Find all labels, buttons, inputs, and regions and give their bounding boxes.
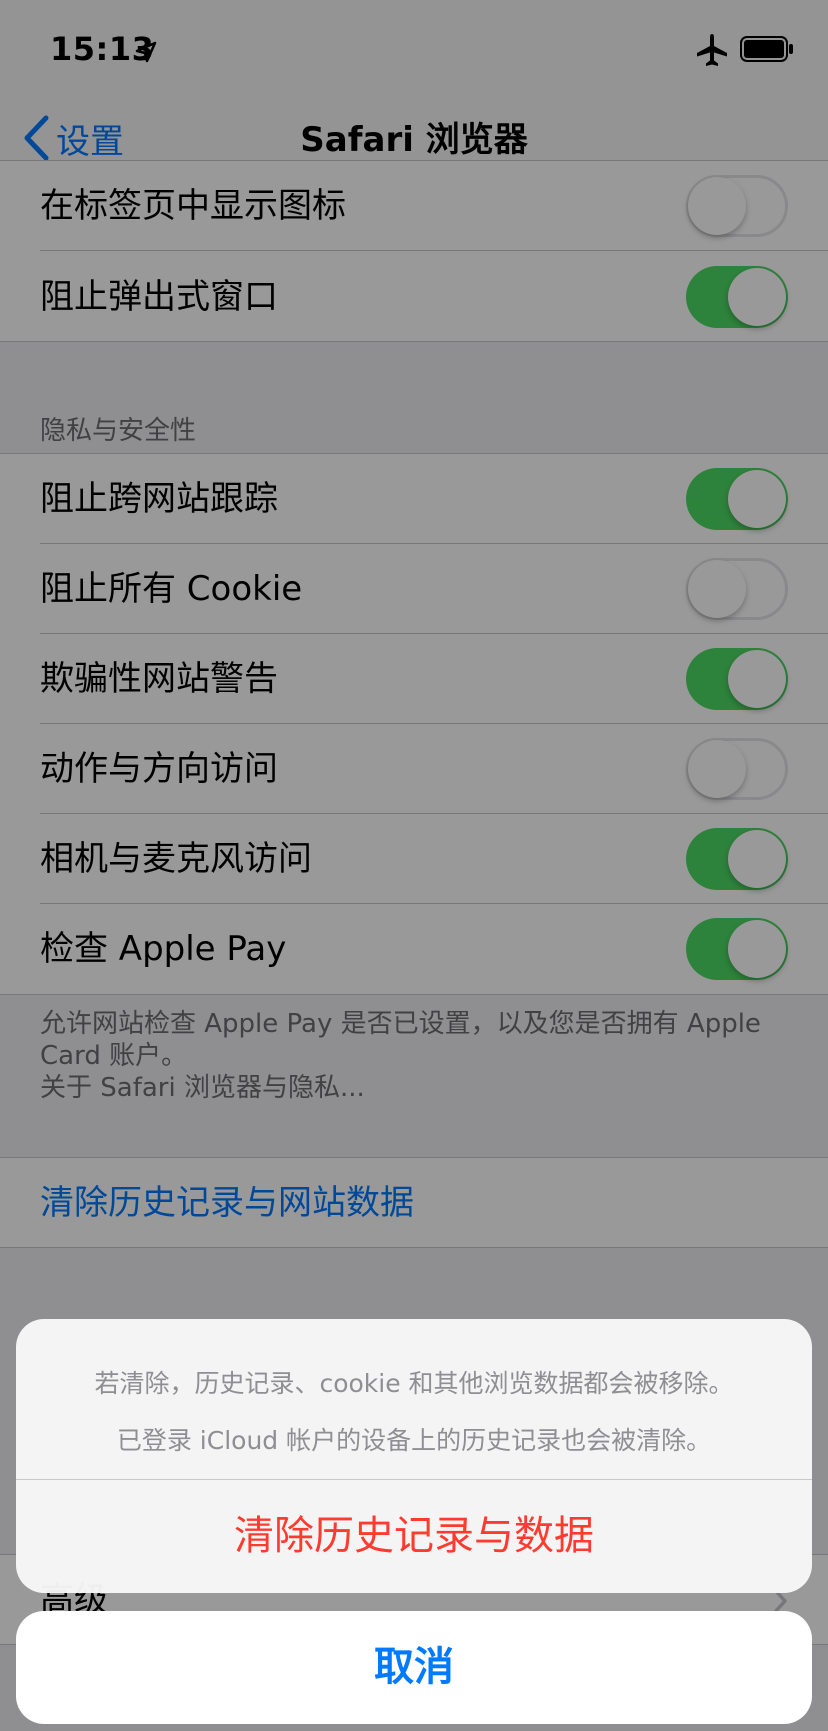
- action-sheet: 若清除，历史记录、cookie 和其他浏览数据都会被移除。 已登录 iCloud…: [16, 1319, 812, 1593]
- watermark-url: jingyan.baidu.com: [658, 1684, 788, 1700]
- action-sheet-submessage: 已登录 iCloud 帐户的设备上的历史记录也会被清除。: [116, 1426, 712, 1455]
- watermark-logo: Baidu经验: [641, 1648, 798, 1683]
- action-sheet-message: 若清除，历史记录、cookie 和其他浏览数据都会被移除。: [94, 1369, 734, 1398]
- clear-history-and-data-button[interactable]: 清除历史记录与数据: [16, 1480, 812, 1593]
